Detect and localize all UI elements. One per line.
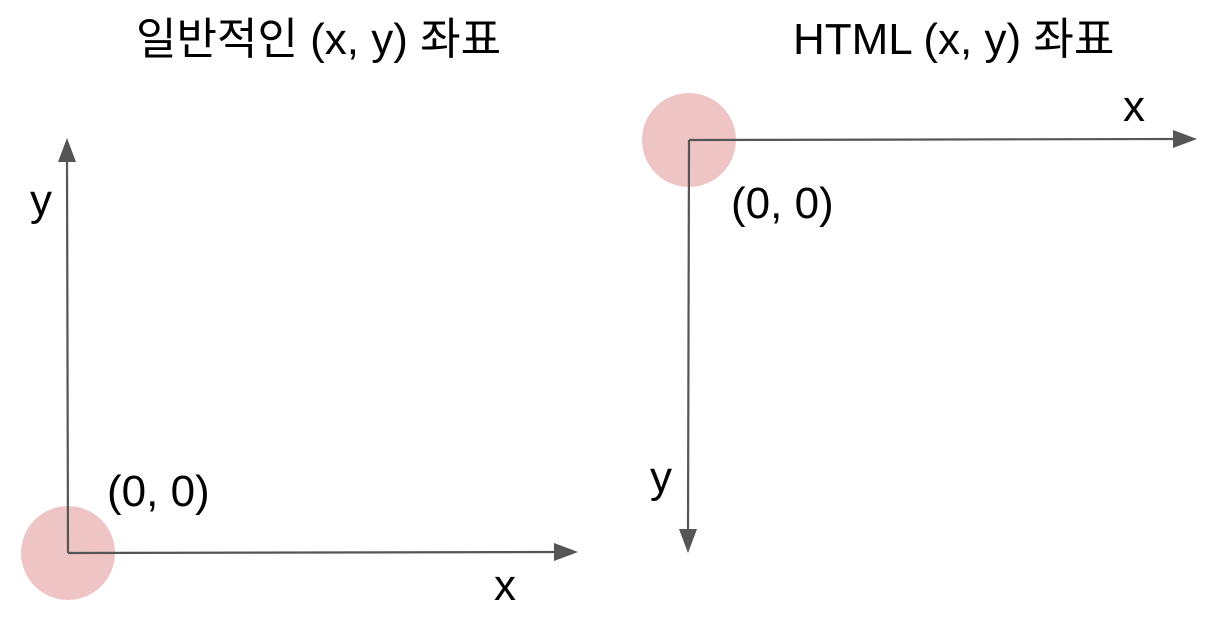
x-axis-line [67, 550, 559, 555]
general-coordinates-panel: 일반적인 (x, y) 좌표 y x (0, 0) [0, 0, 605, 622]
origin-label: (0, 0) [731, 179, 834, 228]
y-axis-label: y [650, 453, 672, 502]
x-axis-label: x [1123, 82, 1145, 131]
x-axis-arrowhead [554, 543, 578, 561]
general-coordinates-diagram: y x (0, 0) [21, 138, 578, 610]
x-axis-line [688, 137, 1178, 142]
y-axis-arrowhead [58, 138, 76, 162]
x-axis-label: x [494, 561, 516, 610]
html-coordinates-panel: HTML (x, y) 좌표 x y (0, 0) [605, 0, 1211, 622]
origin-label: (0, 0) [107, 467, 210, 516]
html-coordinates-diagram: x y (0, 0) [642, 82, 1197, 553]
y-axis-arrowhead [679, 529, 697, 553]
y-axis-line [686, 139, 691, 534]
y-axis-line [65, 157, 70, 554]
y-axis-label: y [30, 176, 52, 225]
x-axis-arrowhead [1173, 130, 1197, 148]
